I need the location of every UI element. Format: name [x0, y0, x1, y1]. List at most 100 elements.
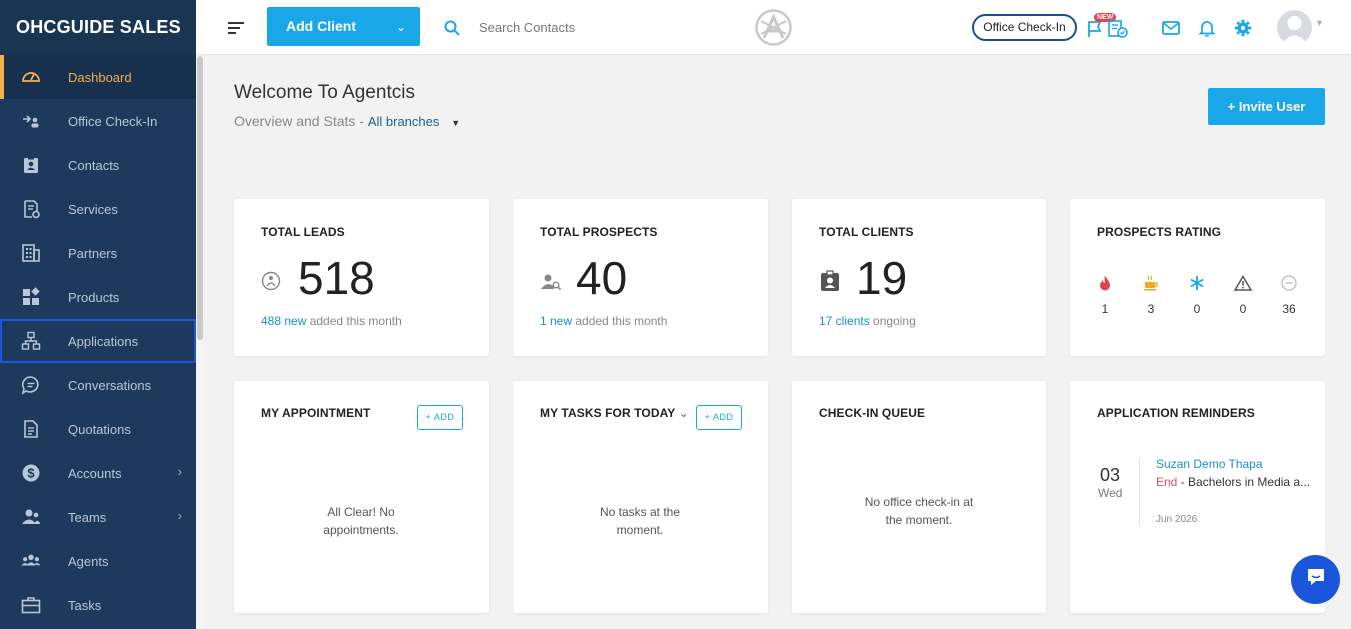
- sidebar-item-partners[interactable]: Partners: [0, 231, 196, 275]
- snowflake-icon: [1189, 276, 1205, 295]
- sidebar-item-accounts[interactable]: $ Accounts ›: [0, 451, 196, 495]
- stat-subtext-rest: added this month: [572, 314, 668, 328]
- team-users-icon: [21, 507, 41, 527]
- sidebar-item-label: Contacts: [68, 158, 120, 173]
- sidebar-item-office-check-in[interactable]: Office Check-In: [0, 99, 196, 143]
- empty-message: No office check-in at the moment.: [864, 495, 974, 527]
- sidebar-item-products[interactable]: Products: [0, 275, 196, 319]
- search-icon[interactable]: [444, 20, 460, 41]
- sidebar-item-label: Agents: [68, 554, 109, 569]
- reminder-desc-text: - Bachelors in Media a...: [1177, 475, 1311, 489]
- chat-widget-button[interactable]: [1291, 555, 1340, 604]
- stat-link[interactable]: 488 new: [261, 314, 306, 328]
- branch-selector[interactable]: All branches: [368, 114, 440, 129]
- coffee-icon: [1143, 275, 1159, 295]
- add-task-button[interactable]: + ADD: [696, 405, 742, 430]
- sidebar-item-label: Conversations: [68, 378, 152, 393]
- empty-message: No tasks at the moment.: [599, 505, 681, 537]
- card-title: TOTAL CLIENTS: [819, 225, 914, 239]
- brand-title: OHCGUIDE SALES: [0, 0, 196, 55]
- caret-down-icon[interactable]: ▼: [451, 118, 460, 128]
- sidebar-item-label: Products: [68, 290, 120, 305]
- sidebar-item-dashboard[interactable]: Dashboard: [0, 55, 196, 99]
- compass-icon: [261, 271, 281, 296]
- gear-icon[interactable]: [1234, 19, 1252, 42]
- rating-warning[interactable]: 0: [1228, 275, 1258, 316]
- card-title[interactable]: MY TASKS FOR TODAY ⌄: [540, 406, 689, 420]
- sidebar-item-contacts[interactable]: Contacts: [0, 143, 196, 187]
- caret-down-icon[interactable]: ▾: [1317, 18, 1322, 29]
- reminder-status: End: [1156, 475, 1178, 489]
- sidebar-item-label: Teams: [68, 510, 107, 525]
- rating-value: 3: [1147, 302, 1155, 316]
- stat-value: 19: [856, 252, 908, 304]
- page-title: Welcome To Agentcis: [234, 82, 415, 103]
- sidebar-item-label: Services: [68, 202, 118, 217]
- sidebar-item-conversations[interactable]: Conversations: [0, 363, 196, 407]
- sidebar-item-agents[interactable]: Agents: [0, 539, 196, 583]
- invite-user-button[interactable]: + Invite User: [1208, 88, 1325, 125]
- stat-subtext: 1 new added this month: [540, 314, 667, 328]
- check-in-icon: [21, 111, 41, 131]
- stat-link[interactable]: 1 new: [540, 314, 572, 328]
- add-client-button[interactable]: Add Client ⌄: [267, 7, 420, 46]
- stat-link[interactable]: 17 clients: [819, 314, 870, 328]
- warning-icon: [1233, 275, 1253, 295]
- sidebar-item-label: Accounts: [68, 466, 122, 481]
- sidebar-item-teams[interactable]: Teams ›: [0, 495, 196, 539]
- rating-value: 36: [1282, 302, 1296, 316]
- sidebar: OHCGUIDE SALES Dashboard Office Check-In…: [0, 0, 196, 629]
- card-title-text: MY TASKS FOR TODAY: [540, 406, 676, 420]
- flag-icon[interactable]: [1087, 20, 1103, 43]
- total-leads-card: TOTAL LEADS 518 488 new added this month: [234, 199, 489, 356]
- overview-subtitle: Overview and Stats - All branches ▼: [234, 113, 460, 129]
- rating-value: 0: [1239, 302, 1247, 316]
- bell-icon[interactable]: [1198, 19, 1216, 42]
- mail-icon[interactable]: [1162, 21, 1180, 40]
- sidebar-item-label: Quotations: [68, 422, 131, 437]
- services-document-icon: [21, 199, 41, 219]
- card-title: CHECK-IN QUEUE: [819, 406, 926, 420]
- card-title: PROSPECTS RATING: [1097, 225, 1222, 239]
- add-appointment-button[interactable]: + ADD: [417, 405, 463, 430]
- menu-toggle-icon[interactable]: [228, 22, 244, 37]
- top-header: Add Client ⌄ Office Check-In NEW ▾: [196, 0, 1351, 55]
- prospects-rating-card: PROSPECTS RATING 1 3 0 0 36: [1070, 199, 1325, 356]
- card-title: MY APPOINTMENT: [261, 406, 371, 420]
- dashboard-gauge-icon: [21, 67, 41, 87]
- sidebar-item-services[interactable]: Services: [0, 187, 196, 231]
- minus-circle-icon: [1281, 275, 1297, 295]
- office-check-in-button[interactable]: Office Check-In: [972, 14, 1077, 41]
- quotation-document-icon: [21, 419, 41, 439]
- rating-hot[interactable]: 1: [1090, 275, 1120, 316]
- chevron-right-icon: ›: [177, 508, 182, 523]
- user-search-icon: [540, 271, 562, 296]
- my-appointment-card: MY APPOINTMENT + ADD All Clear! No appoi…: [234, 381, 489, 613]
- reminder-weekday: Wed: [1098, 486, 1123, 500]
- card-title: TOTAL LEADS: [261, 225, 345, 239]
- sidebar-nav: Dashboard Office Check-In Contacts Servi…: [0, 55, 196, 627]
- search-input[interactable]: [479, 17, 679, 37]
- check-in-queue-card: CHECK-IN QUEUE No office check-in at the…: [792, 381, 1046, 613]
- stat-subtext-rest: added this month: [306, 314, 402, 328]
- chevron-down-icon[interactable]: ⌄: [396, 20, 406, 34]
- reminder-client-link[interactable]: Suzan Demo Thapa: [1156, 457, 1263, 471]
- rating-cold[interactable]: 0: [1182, 275, 1212, 316]
- sidebar-scrollbar-thumb[interactable]: [197, 56, 203, 340]
- stat-subtext: 17 clients ongoing: [819, 314, 916, 328]
- chevron-down-icon[interactable]: ⌄: [679, 406, 689, 420]
- rating-warm[interactable]: 3: [1136, 275, 1166, 316]
- rating-none[interactable]: 36: [1274, 275, 1304, 316]
- applications-flow-icon: [21, 331, 41, 351]
- sidebar-item-applications[interactable]: Applications: [0, 319, 196, 363]
- reminder-day: 03: [1100, 465, 1121, 485]
- sidebar-item-label: Applications: [68, 334, 139, 349]
- chat-bubble-icon: [21, 375, 41, 395]
- sidebar-item-quotations[interactable]: Quotations: [0, 407, 196, 451]
- task-check-icon[interactable]: [1108, 20, 1128, 43]
- user-avatar[interactable]: [1277, 10, 1312, 45]
- sidebar-item-tasks[interactable]: Tasks: [0, 583, 196, 627]
- stat-value: 518: [298, 252, 375, 304]
- stat-subtext-rest: ongoing: [869, 314, 916, 328]
- total-prospects-card: TOTAL PROSPECTS 40 1 new added this mont…: [513, 199, 768, 356]
